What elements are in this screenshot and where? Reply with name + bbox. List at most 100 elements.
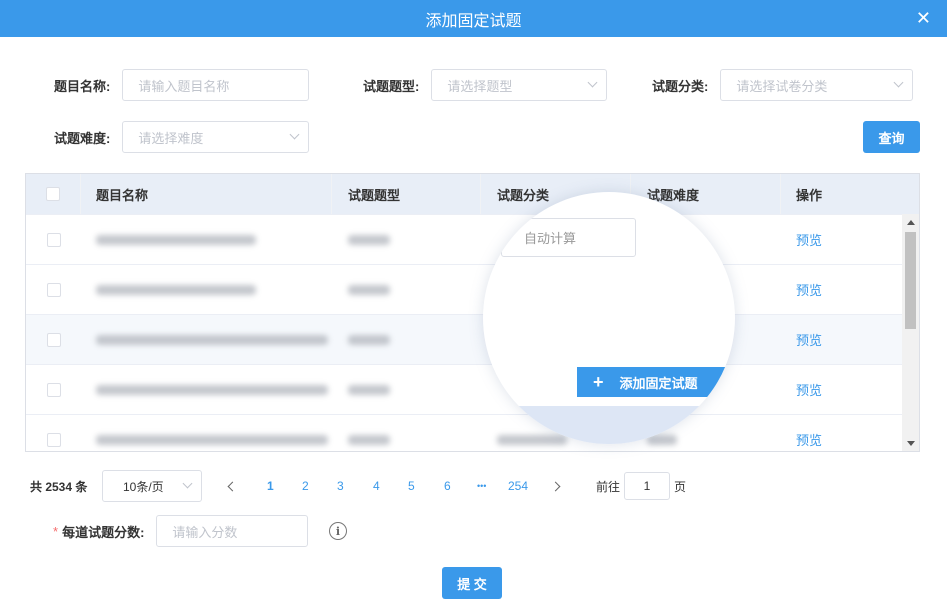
row-check-cell [26,215,81,264]
dialog-header: 添加固定试题 ✕ [0,0,947,37]
page-2[interactable]: 2 [302,470,309,502]
next-page-button[interactable] [550,470,561,502]
page-ellipsis[interactable]: ••• [477,470,486,502]
filter-category-row: 试题分类: 请选择试卷分类 [652,69,914,101]
question-type-label: 试题题型: [363,78,420,94]
preview-link[interactable]: 预览 [796,230,822,249]
add-fixed-question-button[interactable]: + 添加固定试题 [577,367,727,397]
row-checkbox[interactable] [46,332,61,347]
row-check-cell [26,415,81,451]
chevron-down-icon [289,129,300,140]
score-placeholder: 请输入分数 [172,524,238,540]
row-check-cell [26,315,81,364]
magnifier-bottom-band [483,406,735,444]
question-table: 题目名称 试题题型 试题分类 试题难度 操作 预览 预览 预览 预览 预览 [25,173,920,452]
plus-icon: + [593,371,604,392]
table-scrollbar[interactable] [902,214,919,451]
row-checkbox[interactable] [46,232,61,247]
question-difficulty-select[interactable]: 请选择难度 [122,121,310,153]
row-name-cell [81,315,332,364]
zoom-magnifier: 自动计算 + 添加固定试题 [483,192,735,444]
page-3[interactable]: 3 [337,470,344,502]
row-action-cell: 预览 [781,415,903,451]
chevron-right-icon [550,481,561,491]
table-row: 预览 [26,414,919,451]
row-checkbox[interactable] [46,382,61,397]
add-fixed-question-label: 添加固定试题 [619,375,698,391]
row-action-cell: 预览 [781,315,903,364]
blurred-text [96,234,256,245]
scroll-thumb[interactable] [905,232,916,329]
blurred-text [96,334,328,345]
filter-name-row: 题目名称: 请输入题目名称 [54,69,310,101]
row-check-cell [26,265,81,314]
row-name-cell [81,365,332,414]
page-1[interactable]: 1 [267,470,274,502]
scroll-down-icon[interactable] [907,441,915,446]
blurred-text [348,334,390,345]
prev-page-button[interactable] [227,470,238,502]
goto-suffix: 页 [674,479,687,494]
row-name-cell [81,265,332,314]
page-254[interactable]: 254 [508,470,528,502]
row-type-cell [332,315,481,364]
preview-link[interactable]: 预览 [796,330,822,349]
question-category-placeholder: 请选择试卷分类 [736,78,828,94]
blurred-text [348,234,390,245]
row-checkbox[interactable] [46,432,61,447]
required-mark: * [53,523,59,539]
page-4[interactable]: 4 [373,470,380,502]
preview-link[interactable]: 预览 [796,380,822,399]
score-label: 每道试题分数: [62,524,145,540]
page-5[interactable]: 5 [408,470,415,502]
page-6[interactable]: 6 [444,470,451,502]
blurred-text [348,284,390,295]
auto-calculate-field[interactable]: 自动计算 [501,218,636,257]
page-size-value: 10条/页 [123,479,164,494]
row-checkbox[interactable] [46,282,61,297]
chevron-down-icon [893,77,904,88]
row-type-cell [332,265,481,314]
row-type-cell [332,365,481,414]
chevron-left-icon [227,481,238,491]
preview-link[interactable]: 预览 [796,430,822,449]
chevron-down-icon [587,77,598,88]
score-input[interactable]: 请输入分数 [156,515,309,547]
query-button[interactable]: 查询 [863,121,920,153]
pagination: 共 2534 条 10条/页 1 2 3 4 5 6 ••• 254 前往 1 … [0,470,947,502]
submit-button[interactable]: 提 交 [442,567,502,599]
close-icon[interactable]: ✕ [916,8,931,28]
select-all-cell [26,174,81,214]
row-type-cell [332,415,481,451]
page-size-select[interactable]: 10条/页 [102,470,202,502]
blurred-text [96,384,328,395]
row-action-cell: 预览 [781,365,903,414]
goto-page-input[interactable]: 1 [624,472,670,500]
row-type-cell [332,215,481,264]
row-action-cell: 预览 [781,215,903,264]
preview-link[interactable]: 预览 [796,280,822,299]
blurred-text [348,434,390,445]
add-fixed-question-dialog: 添加固定试题 ✕ 题目名称: 请输入题目名称 试题题型: 请选择题型 试题分类:… [0,0,947,606]
select-all-checkbox[interactable] [46,187,60,201]
info-icon[interactable]: i [329,522,347,540]
total-count: 共 2534 条 [30,479,88,494]
question-name-label: 题目名称: [54,78,111,94]
question-type-select[interactable]: 请选择题型 [431,69,608,101]
question-category-select[interactable]: 请选择试卷分类 [720,69,914,101]
score-row: * 每道试题分数: 请输入分数 [53,515,309,547]
question-difficulty-placeholder: 请选择难度 [138,130,204,146]
question-name-input[interactable]: 请输入题目名称 [122,69,310,101]
table-row: 预览 [26,314,919,364]
blurred-text [348,384,390,395]
dialog-title: 添加固定试题 [425,12,522,30]
row-action-cell: 预览 [781,265,903,314]
filter-difficulty-row: 试题难度: 请选择难度 [54,121,310,153]
blurred-text [96,434,328,445]
column-header-name: 题目名称 [81,174,332,214]
question-name-placeholder: 请输入题目名称 [138,78,230,94]
row-name-cell [81,415,332,451]
table-row: 预览 [26,264,919,314]
scroll-up-icon[interactable] [907,220,915,225]
question-category-label: 试题分类: [652,78,709,94]
